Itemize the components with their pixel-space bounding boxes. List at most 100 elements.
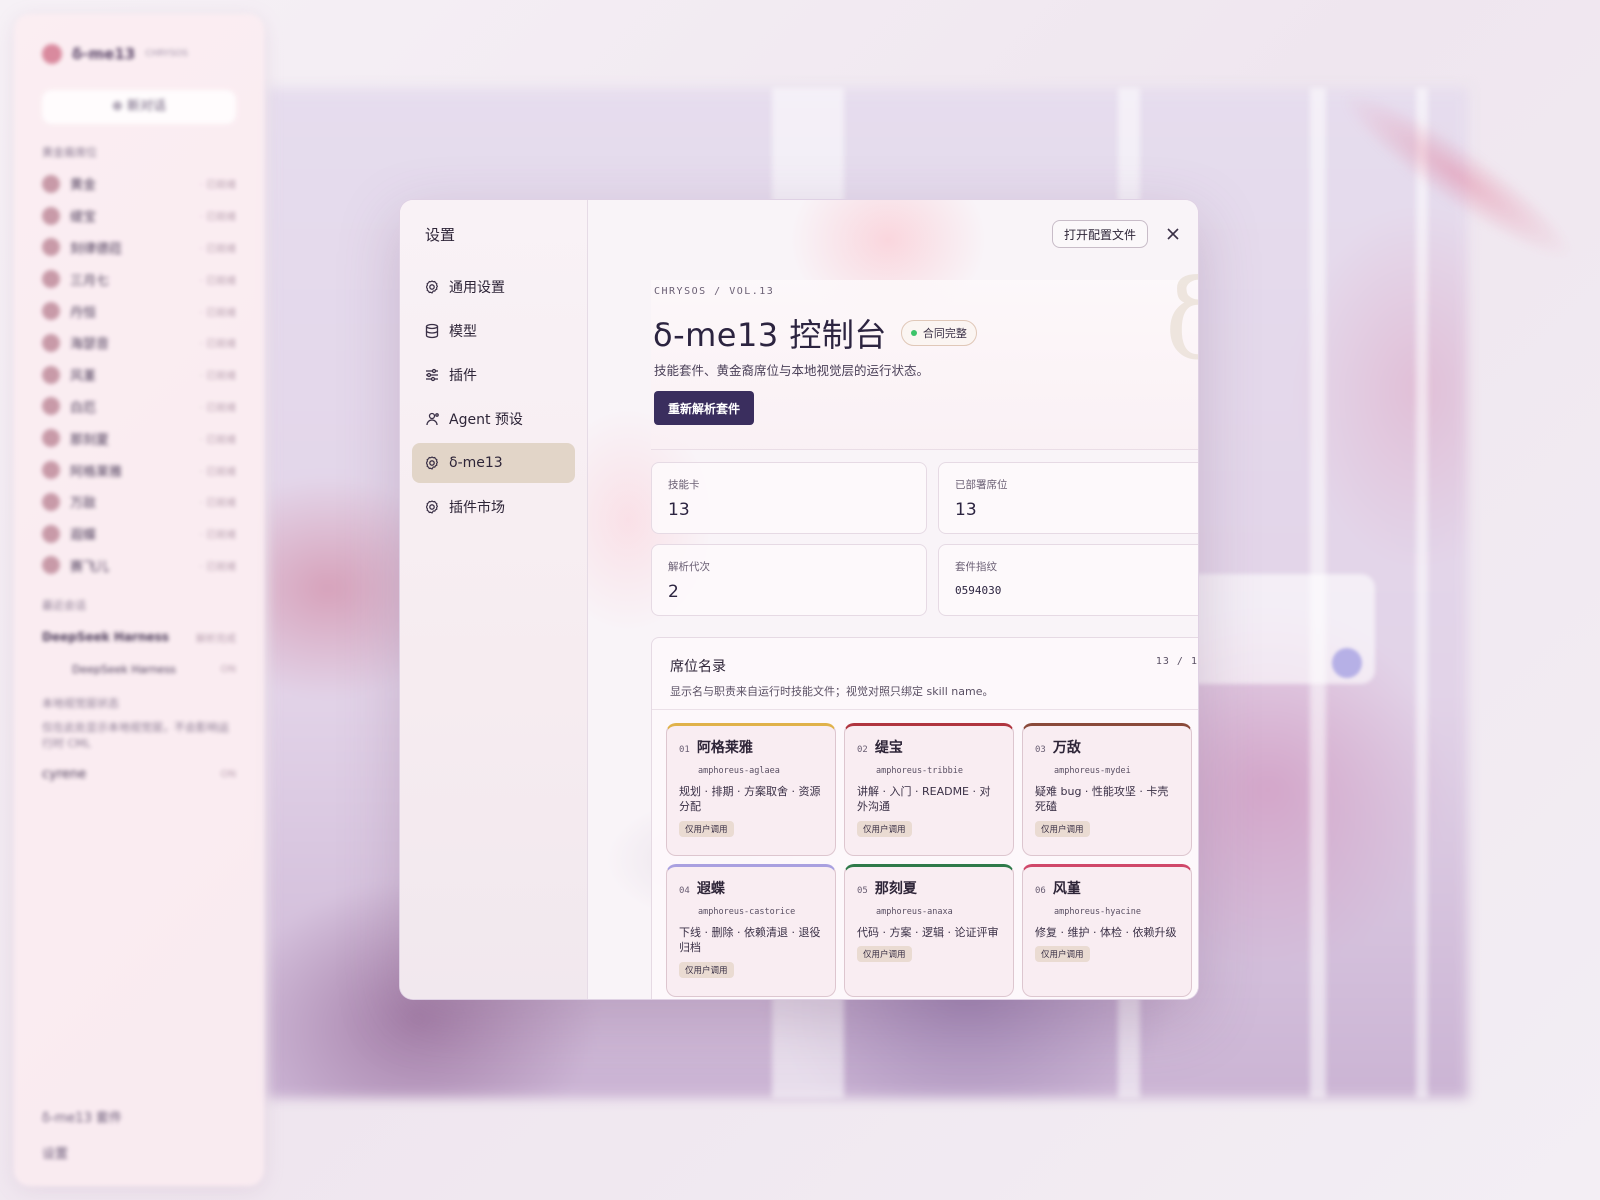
- background-agent-status: · 已就绪: [199, 339, 236, 351]
- roster-card-duty: 代码 · 方案 · 逻辑 · 论证评审: [857, 926, 999, 939]
- roster-card-header: 06 风堇: [1035, 878, 1179, 898]
- roster-card-skill-id: amphoreus-mydei: [1054, 766, 1131, 776]
- background-agent-row: 那刻夏 · 已就绪: [42, 422, 236, 454]
- roster-card-number: 03: [1035, 745, 1046, 755]
- avatar: [42, 429, 60, 448]
- background-agent-name: 黄金: [70, 178, 97, 194]
- background-agent-name: 刻律德菈: [70, 241, 123, 257]
- roster-card-number: 02: [857, 745, 868, 755]
- roster-card-header: 03 万敌: [1035, 737, 1179, 757]
- background-send-icon: [1332, 648, 1362, 678]
- hero-watermark: δ: [1165, 256, 1198, 384]
- stat-label: 套件指纹: [955, 561, 997, 573]
- app-logo-icon: [42, 44, 62, 64]
- background-agent-status: · 已就绪: [199, 498, 236, 510]
- background-agent-row: 白厄 · 已就绪: [42, 391, 236, 423]
- background-agent-status: · 已就绪: [199, 561, 236, 573]
- background-agent-status: · 已就绪: [199, 434, 236, 446]
- stat-label: 解析代次: [668, 561, 710, 573]
- open-config-button[interactable]: 打开配置文件: [1051, 220, 1148, 248]
- hero-title-row: δ-me13 控制台 合同完整: [653, 310, 977, 356]
- roster-card[interactable]: 04 遐蝶 amphoreus-castorice 下线 · 删除 · 依赖清退 · …: [666, 864, 836, 997]
- avatar: [42, 206, 60, 225]
- roster-card-skill-id: amphoreus-hyacine: [1054, 907, 1141, 917]
- agent-icon: [424, 411, 440, 427]
- stat-value: 2: [668, 582, 679, 602]
- nav-item-plugins[interactable]: 插件: [412, 355, 575, 395]
- nav-item-general[interactable]: 通用设置: [412, 267, 575, 307]
- avatar: [42, 302, 60, 321]
- roster-card-badge: 仅用户调用: [857, 946, 912, 963]
- nav-item-plugin-market[interactable]: 插件市场: [412, 487, 575, 527]
- background-agent-status: · 已就绪: [199, 212, 236, 224]
- status-dot-icon: [910, 330, 917, 336]
- status-badge-label: 合同完整: [922, 327, 967, 340]
- background-agent-name: 阿格莱雅: [70, 464, 123, 480]
- roster-card-duty: 下线 · 删除 · 依赖清退 · 退役归档: [679, 926, 821, 955]
- avatar: [42, 270, 60, 289]
- background-agent-name: 缇宝: [70, 210, 97, 226]
- stat-card: 套件指纹 0594030: [938, 544, 1198, 616]
- background-agent-status: · 已就绪: [199, 180, 236, 192]
- background-suite-link: δ-me13 套件: [42, 1111, 122, 1126]
- stat-card: 已部署席位 13: [938, 462, 1198, 534]
- background-agent-row: 黄金 · 已就绪: [42, 168, 236, 200]
- background-recent-sub-tag: ON: [220, 663, 236, 675]
- roster-card[interactable]: 05 那刻夏 amphoreus-anaxa 代码 · 方案 · 逻辑 · 论证评审仅…: [844, 864, 1014, 997]
- stat-value: 0594030: [955, 584, 1002, 597]
- nav-item-label: 插件市场: [449, 500, 505, 516]
- stat-card: 技能卡 13: [651, 462, 927, 534]
- stat-label: 已部署席位: [955, 479, 1008, 491]
- background-agent-name: 遐蝶: [70, 528, 97, 544]
- nav-item-models[interactable]: 模型: [412, 311, 575, 351]
- database-icon: [424, 323, 440, 339]
- background-agent-list: 黄金 · 已就绪 缇宝 · 已就绪 刻律德菈 · 已就绪 三月七 · 已就绪 丹恒 · 已就绪 海瑟…: [42, 168, 236, 581]
- roster-card-duty: 规划 · 排期 · 方案取舍 · 资源分配: [679, 785, 821, 814]
- close-icon[interactable]: [1164, 225, 1182, 243]
- roster-count: 13 / 13: [1155, 656, 1198, 667]
- sliders-icon: [424, 367, 440, 383]
- roster-card-header: 05 那刻夏: [857, 878, 1001, 898]
- background-app-header: δ-me13 CHRYSOS: [42, 44, 236, 64]
- background-agent-status: · 已就绪: [199, 307, 236, 319]
- background-local-item: cyrene ON: [42, 759, 236, 791]
- avatar: [42, 174, 60, 193]
- roster-title: 席位名录: [670, 659, 726, 675]
- background-recent-tag: 解析完成: [196, 633, 236, 645]
- roster-card-number: 06: [1035, 886, 1046, 896]
- hero-panel: δ CHRYSOS / VOL.13 δ-me13 控制台 合同完整 技能套件、…: [651, 256, 1198, 450]
- gear-icon: [424, 279, 440, 295]
- top-actions: 打开配置文件: [1051, 220, 1182, 248]
- page-title: δ-me13 控制台: [653, 316, 887, 354]
- background-local-item-name: cyrene: [42, 767, 87, 783]
- nav-item-label: 插件: [449, 368, 477, 384]
- nav-item-delta-me13[interactable]: δ-me13: [412, 443, 575, 483]
- gear-icon: [424, 499, 440, 515]
- background-agent-name: 海瑟音: [70, 337, 110, 353]
- roster-card[interactable]: 03 万敌 amphoreus-mydei 疑难 bug · 性能攻坚 · 卡壳死磕仅…: [1022, 723, 1192, 856]
- background-agent-row: 阿格莱雅 · 已就绪: [42, 454, 236, 486]
- stat-card: 解析代次 2: [651, 544, 927, 616]
- nav-item-label: 通用设置: [449, 280, 505, 296]
- roster-card-name: 遐蝶: [696, 881, 725, 897]
- background-agent-row: 海瑟音 · 已就绪: [42, 327, 236, 359]
- roster-card-name: 阿格莱雅: [696, 740, 753, 756]
- background-recent-item: DeepSeek Harness 解析完成: [42, 621, 236, 653]
- roster-card-duty: 疑难 bug · 性能攻坚 · 卡壳死磕: [1035, 785, 1169, 814]
- background-agent-name: 万敌: [70, 496, 97, 512]
- roster-card[interactable]: 01 阿格莱雅 amphoreus-aglaea 规划 · 排期 · 方案取舍 · 资…: [666, 723, 836, 856]
- roster-card-badge: 仅用户调用: [679, 820, 734, 837]
- nav-item-agent-presets[interactable]: Agent 预设: [412, 399, 575, 439]
- roster-card-skill-id: amphoreus-anaxa: [876, 907, 953, 917]
- background-agent-row: 风堇 · 已就绪: [42, 359, 236, 391]
- nav-item-label: δ-me13: [449, 455, 503, 471]
- background-app-sub: CHRYSOS: [145, 49, 188, 59]
- roster-card[interactable]: 06 风堇 amphoreus-hyacine 修复 · 维护 · 体检 · 依赖升级…: [1022, 864, 1192, 997]
- background-agent-status: · 已就绪: [199, 402, 236, 414]
- roster-card[interactable]: 02 缇宝 amphoreus-tribbie 讲解 · 入门 · README · …: [844, 723, 1014, 856]
- roster-card-skill-id: amphoreus-aglaea: [698, 766, 780, 776]
- reparse-suite-button[interactable]: 重新解析套件: [654, 391, 755, 425]
- nav-item-label: 模型: [449, 324, 477, 340]
- settings-title: 设置: [425, 226, 456, 244]
- roster-card-number: 01: [679, 745, 690, 755]
